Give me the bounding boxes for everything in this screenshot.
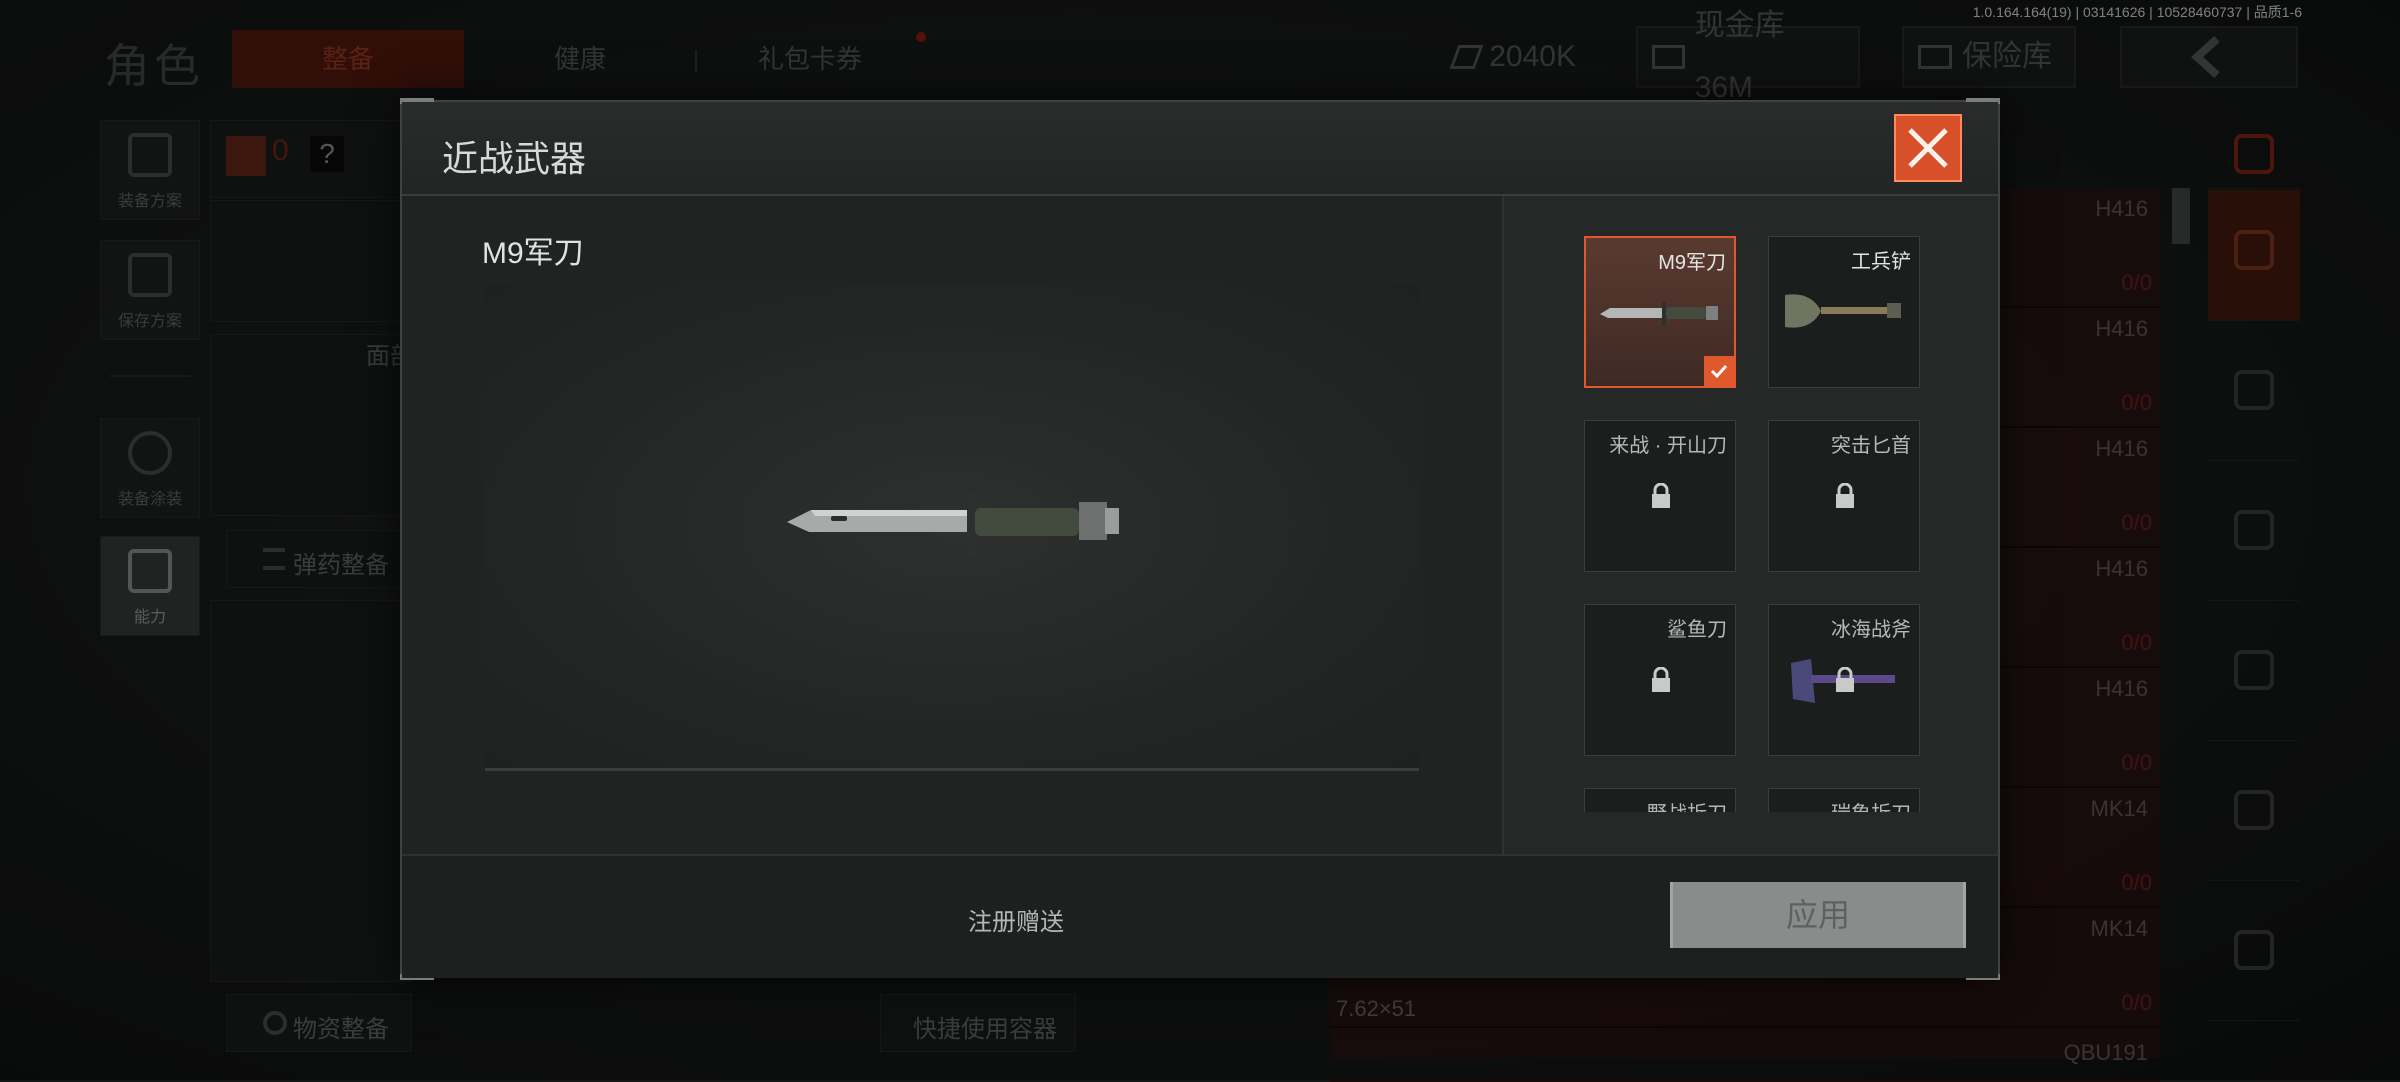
lock-icon <box>1649 482 1673 514</box>
weapon-grid: M9军刀 工兵铲 来战 · 开山刀 突击匕首 鲨鱼刀 冰海战斧 <box>1504 196 1998 854</box>
close-icon <box>1908 128 1948 168</box>
weapon-card-assault-dagger[interactable]: 突击匕首 <box>1768 420 1920 572</box>
weapon-card-shark-knife[interactable]: 鲨鱼刀 <box>1584 604 1736 756</box>
selected-weapon-name: M9军刀 <box>482 237 584 270</box>
dialog-title: 近战武器 <box>442 138 587 179</box>
lock-icon <box>1649 666 1673 698</box>
apply-button[interactable]: 应用 <box>1670 882 1966 948</box>
dialog-header <box>402 102 1998 196</box>
weapon-card-machete[interactable]: 来战 · 开山刀 <box>1584 420 1736 572</box>
lock-icon <box>1833 482 1857 514</box>
acquisition-source: 注册赠送 <box>968 909 1064 936</box>
m9-bayonet-image <box>787 494 1119 558</box>
shovel-icon <box>1785 294 1901 328</box>
melee-weapon-dialog: 近战武器 M9军刀 M9军刀 工兵铲 来战 · 开山刀 突击匕首 鲨鱼刀 冰海战… <box>400 98 2000 980</box>
weapon-card-m9[interactable]: M9军刀 <box>1584 236 1736 388</box>
lock-icon <box>1833 666 1857 698</box>
weapon-preview[interactable] <box>485 284 1419 771</box>
selected-check-icon <box>1704 356 1734 386</box>
weapon-card-ice-axe[interactable]: 冰海战斧 <box>1768 604 1920 756</box>
weapon-card-shovel[interactable]: 工兵铲 <box>1768 236 1920 388</box>
knife-icon <box>1600 302 1718 326</box>
close-button[interactable] <box>1894 114 1962 182</box>
grid-fade <box>1504 812 1998 854</box>
